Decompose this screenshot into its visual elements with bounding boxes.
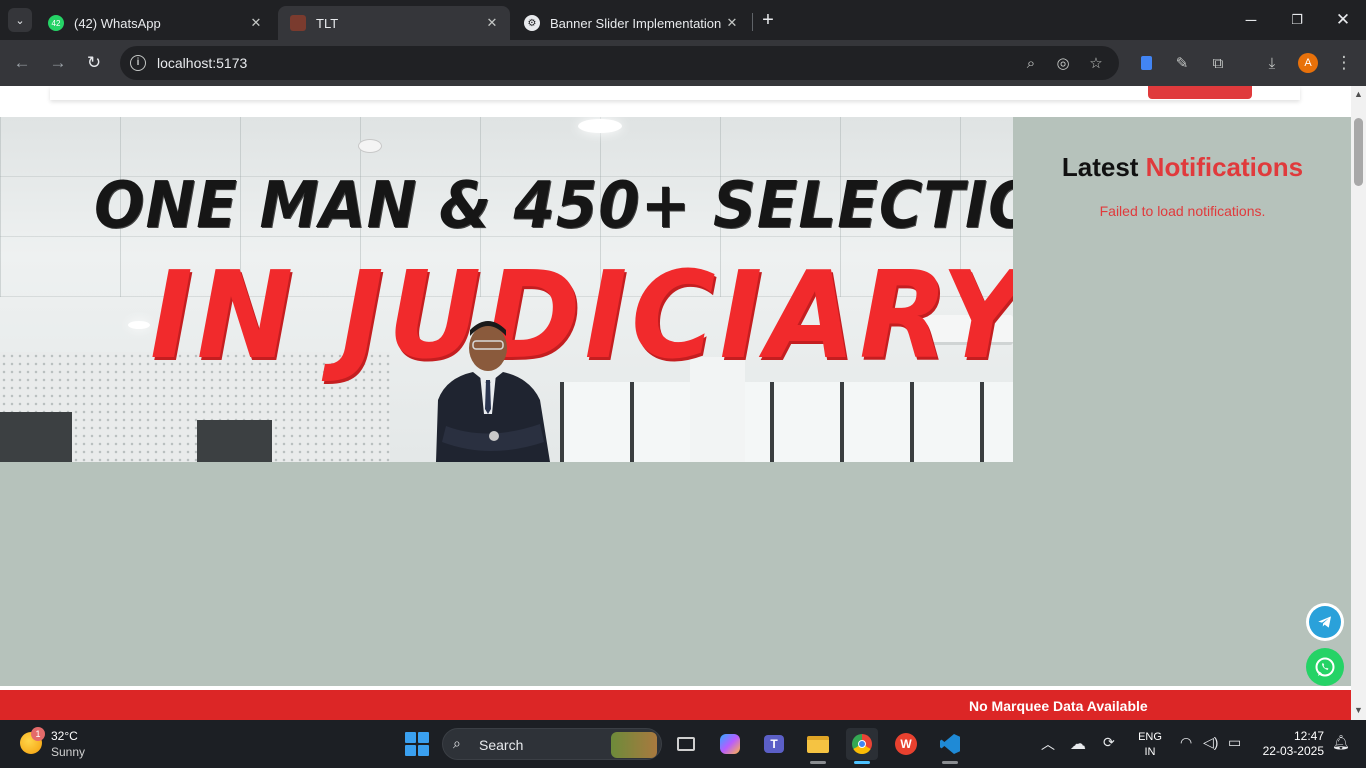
weather-condition[interactable]: Sunny (51, 745, 85, 759)
site-info-icon[interactable]: i (130, 55, 146, 71)
notifications-heading-plain: Latest (1061, 152, 1139, 182)
close-icon[interactable]: ✕ (482, 13, 502, 33)
chrome-icon[interactable] (846, 728, 878, 764)
scroll-up-arrow-icon[interactable]: ▲ (1354, 90, 1363, 99)
notifications-heading: Latest Notifications (1040, 152, 1325, 183)
smoke-detector (358, 139, 382, 153)
restore-button[interactable]: ❐ (1274, 0, 1320, 40)
wall-screen (0, 412, 72, 462)
tab-title: (42) WhatsApp (74, 15, 161, 31)
taskbar-search[interactable]: ⌕ Search (442, 728, 662, 760)
language-line-2: IN (1144, 746, 1156, 758)
ceiling-light (128, 321, 150, 329)
close-window-button[interactable]: ✕ (1320, 0, 1366, 40)
minimize-button[interactable]: ─ (1228, 0, 1274, 40)
scroll-down-arrow-icon[interactable]: ▼ (1354, 706, 1363, 715)
office-windows (560, 382, 1013, 462)
hero-banner[interactable]: ONE MAN & 450+ SELECTIONS IN JUDICIARY (0, 117, 1013, 462)
language-line-1: ENG (1138, 731, 1162, 743)
clock-time: 12:47 (1293, 729, 1324, 743)
start-logo-pane (418, 745, 429, 756)
start-button[interactable] (405, 732, 429, 756)
onedrive-cloud-icon[interactable]: ☁ (1070, 734, 1086, 754)
show-hidden-icons-chevron-icon[interactable]: ︿ (1041, 734, 1055, 754)
forward-arrow-icon[interactable]: → (46, 51, 70, 75)
new-tab-button[interactable]: + (757, 9, 779, 31)
page-scrollbar[interactable]: ▲ ▼ (1351, 86, 1366, 720)
site-navbar (50, 86, 1300, 100)
system-clock[interactable]: 12:47 22-03-2025 (1258, 729, 1324, 759)
presenter-figure (436, 321, 550, 462)
tab-whatsapp[interactable]: 42 (42) WhatsApp ✕ (36, 6, 274, 40)
page-viewport: ONE MAN & 450+ SELECTIONS IN JUDICIARY L… (0, 86, 1351, 720)
file-explorer-icon[interactable] (802, 728, 834, 764)
tab-title: TLT (316, 15, 339, 31)
vscode-icon[interactable] (934, 728, 966, 764)
running-indicator (810, 761, 826, 764)
browser-toolbar: ← → ↻ i localhost:5173 ⌕ ◎ ☆ ✎ ⧉ ⤓ A ⋮ (0, 40, 1366, 112)
whatsapp-favicon-icon: 42 (48, 15, 64, 31)
wps-office-icon[interactable]: W (890, 728, 922, 760)
start-logo-pane (405, 732, 416, 743)
notification-bell-icon[interactable]: 🔔︎ (1332, 734, 1350, 751)
weather-temperature[interactable]: 32°C (51, 729, 78, 743)
tab-title: Banner Slider Implementation (550, 15, 722, 31)
telegram-icon (1309, 606, 1341, 638)
volume-icon[interactable]: ◁) (1203, 734, 1218, 751)
tracking-eye-icon[interactable]: ◎ (1052, 52, 1074, 74)
copilot-icon[interactable] (714, 728, 746, 760)
start-logo-pane (405, 745, 416, 756)
scrollbar-thumb[interactable] (1354, 118, 1363, 186)
start-logo-pane (418, 732, 429, 743)
banner-headline-top: ONE MAN & 450+ SELECTIONS (94, 169, 1013, 243)
back-arrow-icon[interactable]: ← (10, 51, 34, 75)
address-bar[interactable]: i localhost:5173 ⌕ ◎ ☆ (120, 46, 1119, 80)
search-label: Search (479, 737, 524, 753)
battery-icon[interactable]: ▭ (1228, 734, 1241, 751)
task-view-icon[interactable] (670, 728, 702, 760)
navbar-cta-button[interactable] (1148, 86, 1252, 99)
active-indicator (854, 761, 870, 764)
tab-tlt[interactable]: TLT ✕ (278, 6, 510, 40)
marquee-bar: No Marquee Data Available (0, 690, 1351, 720)
tab-separator (752, 13, 753, 31)
weather-badge: 1 (31, 727, 45, 741)
browser-tabstrip: ⌄ 42 (42) WhatsApp ✕ TLT ✕ ⚙ Banner Slid… (0, 0, 1366, 40)
url-text: localhost:5173 (157, 55, 248, 71)
windows-taskbar: 1 32°C Sunny ⌕ Search T W ︿ ☁ ⟳ ENG IN ◠… (0, 720, 1366, 768)
whatsapp-icon (1315, 657, 1335, 677)
search-icon: ⌕ (453, 735, 461, 751)
clock-date: 22-03-2025 (1262, 744, 1324, 758)
teams-icon[interactable]: T (758, 728, 790, 760)
telegram-button[interactable] (1306, 603, 1344, 641)
tab-banner-slider[interactable]: ⚙ Banner Slider Implementation ✕ (512, 6, 750, 40)
notifications-heading-accent: Notifications (1145, 152, 1304, 182)
language-indicator[interactable]: ENG IN (1138, 730, 1162, 760)
reload-icon[interactable]: ↻ (82, 51, 106, 75)
close-icon[interactable]: ✕ (722, 13, 742, 33)
close-icon[interactable]: ✕ (246, 13, 266, 33)
downloads-icon[interactable]: ⤓ (1261, 52, 1283, 74)
wall-screen (197, 420, 272, 462)
marquee-text: No Marquee Data Available (969, 698, 1148, 714)
google-docs-extension-icon[interactable] (1135, 52, 1157, 74)
chatgpt-favicon-icon: ⚙ (524, 15, 540, 31)
extensions-puzzle-icon[interactable]: ⧉ (1207, 52, 1229, 74)
running-indicator (942, 761, 958, 764)
profile-avatar[interactable]: A (1298, 53, 1318, 73)
notifications-error-message: Failed to load notifications. (1099, 203, 1266, 219)
wifi-icon[interactable]: ◠ (1180, 734, 1192, 751)
bookmark-star-icon[interactable]: ☆ (1085, 52, 1107, 74)
search-highlight-image (611, 732, 657, 758)
whatsapp-button[interactable] (1306, 648, 1344, 686)
tlt-favicon-icon (290, 15, 306, 31)
color-picker-extension-icon[interactable]: ✎ (1171, 52, 1193, 74)
zoom-icon[interactable]: ⌕ (1020, 52, 1042, 74)
sync-icon[interactable]: ⟳ (1103, 734, 1115, 751)
chrome-menu-icon[interactable]: ⋮ (1333, 52, 1355, 74)
tab-search-button[interactable]: ⌄ (8, 8, 32, 32)
ceiling-light (578, 119, 622, 133)
